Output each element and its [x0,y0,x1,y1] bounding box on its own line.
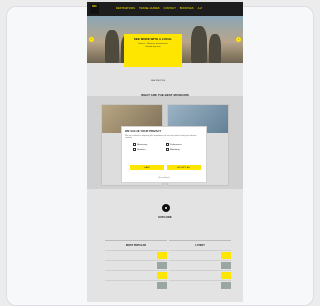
dialog-buttons: SAVE ACCEPT ALL [130,165,201,170]
nav-link-contact[interactable]: CONTACT [163,7,175,10]
nav-link-az[interactable]: A-Z [198,7,202,10]
hero-title: SEE MORE WITH A LOCAL [133,37,173,41]
nav-link-destinations[interactable]: DESTINATIONS [116,7,135,10]
site-logo[interactable]: NG [90,4,99,14]
checkbox-icon [166,148,169,152]
option-preferences[interactable]: Preferences [166,143,195,147]
top-navigation: NG DESTINATIONS TRAVEL GUIDES CONTACT BO… [87,2,243,16]
cookie-consent-dialog: WE VALUE YOUR PRIVACY We use cookies to … [121,126,207,183]
carousel-prev-icon[interactable]: ‹ [89,37,94,42]
option-label: Statistics [137,148,146,151]
option-marketing[interactable]: Marketing [166,148,195,152]
carousel-next-icon[interactable]: › [236,37,241,42]
option-label: Necessary [137,143,148,146]
rock-formation [209,34,221,63]
option-label: Marketing [170,148,180,151]
save-button[interactable]: SAVE [130,165,164,170]
nav-link-bookings[interactable]: BOOKINGS [180,7,194,10]
show-details-link[interactable]: Show details [122,177,206,179]
option-statistics[interactable]: Statistics [133,148,162,152]
nav-links: DESTINATIONS TRAVEL GUIDES CONTACT BOOKI… [116,7,202,10]
consent-options: Necessary Preferences Statistics Marketi… [125,143,203,152]
option-label: Preferences [170,143,182,146]
hero-subtitle-2: Guided day tour [145,46,161,48]
hero-caption-box: SEE MORE WITH A LOCAL Greece · Meteora m… [124,34,182,67]
dialog-text: We use cookies to improve your experienc… [125,134,197,140]
checkbox-icon [133,143,136,147]
rock-formation [191,26,207,63]
nav-link-travel-guides[interactable]: TRAVEL GUIDES [139,7,159,10]
option-necessary[interactable]: Necessary [133,143,162,147]
rock-formation [105,30,119,63]
see-photos-link[interactable]: SEE PHOTOS [151,80,165,82]
checkbox-icon [133,148,136,152]
accept-all-button[interactable]: ACCEPT ALL [167,165,201,170]
dialog-title: WE VALUE YOUR PRIVACY [125,129,162,133]
checkbox-icon [166,143,169,147]
